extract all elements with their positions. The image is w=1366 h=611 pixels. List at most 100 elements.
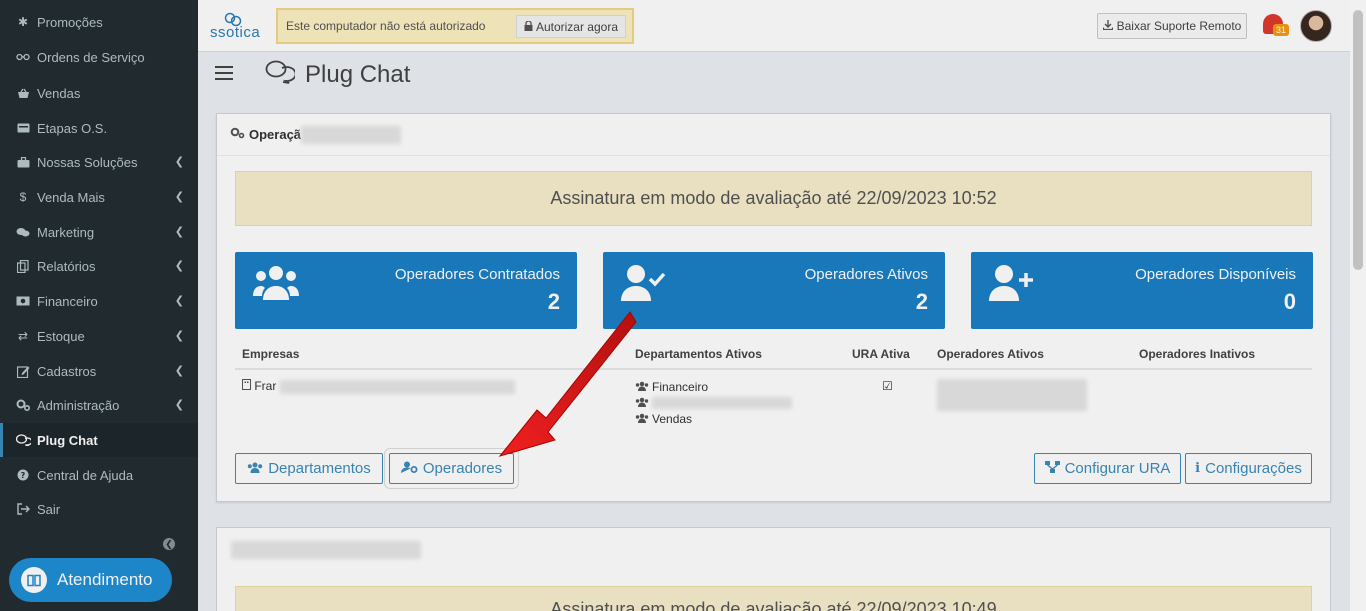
exchange-icon: ⇄: [17, 329, 29, 343]
departamentos-button[interactable]: Departamentos: [235, 453, 383, 484]
chevron-left-icon: ❮: [174, 226, 184, 238]
book-icon: [21, 567, 47, 593]
sidebar-item-central-ajuda[interactable]: ? Central de Ajuda: [0, 458, 198, 492]
department-item: Vendas: [635, 411, 838, 427]
redacted-text: [279, 379, 515, 394]
card-icon: [14, 123, 32, 133]
users-icon: [635, 397, 649, 410]
money-icon: [14, 296, 32, 306]
sitemap-icon: [1044, 461, 1060, 476]
sign-out-icon: [14, 503, 32, 515]
edit-icon: [14, 365, 32, 378]
redacted-text: [231, 541, 421, 559]
glasses-icon: [14, 53, 32, 61]
panel-heading: Operaçã: [217, 114, 1330, 156]
table-row: Frar Financeiro Vendas ☑: [235, 369, 1312, 436]
users-icon: [635, 381, 649, 394]
question-icon: ?: [14, 469, 32, 481]
user-avatar[interactable]: [1300, 10, 1332, 42]
trial-alert: Assinatura em modo de avaliação até 22/0…: [235, 171, 1312, 226]
users-icon: [253, 264, 299, 311]
authorize-now-button[interactable]: Autorizar agora: [515, 15, 626, 38]
user-cog-icon: [400, 461, 418, 476]
collapse-sidebar-button[interactable]: ❮: [163, 538, 175, 550]
briefcase-icon: [14, 156, 32, 168]
basket-icon: [14, 88, 32, 99]
departments-cell: Financeiro Vendas: [628, 369, 845, 436]
chevron-left-icon: ❮: [174, 191, 184, 203]
col-empresas: Empresas: [235, 340, 628, 370]
chevron-left-icon: ❮: [174, 295, 184, 307]
building-icon: [242, 379, 254, 393]
chevron-left-icon: ❮: [174, 365, 184, 377]
svg-text:?: ?: [21, 471, 26, 480]
col-departamentos: Departamentos Ativos: [628, 340, 845, 370]
page-title: Plug Chat: [265, 60, 410, 90]
scrollbar-thumb[interactable]: [1353, 10, 1363, 270]
page-scrollbar[interactable]: [1350, 0, 1366, 611]
asterisk-icon: ✱: [17, 15, 29, 29]
col-operadores-ativos: Operadores Ativos: [930, 340, 1132, 370]
col-operadores-inativos: Operadores Inativos: [1132, 340, 1312, 370]
chevron-left-icon: ❮: [174, 260, 184, 272]
sidebar-item-administracao[interactable]: Administração ❮: [0, 388, 198, 422]
notification-bell-icon[interactable]: 31: [1263, 12, 1290, 38]
sidebar-item-marketing[interactable]: Marketing ❮: [0, 215, 198, 249]
cogs-icon: [14, 399, 32, 411]
ssotica-logo[interactable]: ssotica: [210, 12, 268, 45]
chat-icon: [265, 60, 297, 90]
menu-toggle-icon[interactable]: [215, 64, 233, 82]
sidebar-item-etapas-os[interactable]: Etapas O.S.: [0, 111, 198, 145]
users-icon: [247, 461, 263, 476]
department-item: Financeiro: [635, 379, 838, 395]
col-ura: URA Ativa: [845, 340, 930, 370]
inactive-operators-cell: [1132, 369, 1312, 436]
sidebar-item-relatorios[interactable]: Relatórios ❮: [0, 249, 198, 283]
cogs-icon: [230, 127, 245, 142]
notification-badge: 31: [1273, 24, 1290, 36]
configurar-ura-button[interactable]: Configurar URA: [1034, 453, 1181, 484]
sidebar-item-sair[interactable]: Sair: [0, 492, 198, 526]
sidebar-item-vendas[interactable]: Vendas: [0, 76, 198, 110]
sidebar-item-estoque[interactable]: ⇄ Estoque ❮: [0, 319, 198, 353]
chevron-left-icon: ❮: [174, 156, 184, 168]
copy-icon: [14, 259, 32, 273]
redacted-text: [937, 379, 1087, 411]
sidebar-item-financeiro[interactable]: Financeiro ❮: [0, 284, 198, 318]
sidebar-item-venda-mais[interactable]: $ Venda Mais ❮: [0, 180, 198, 214]
sidebar-item-nossas-solucoes[interactable]: Nossas Soluções ❮: [0, 145, 198, 179]
top-navbar: ssotica Este computador não está autoriz…: [198, 0, 1366, 52]
atendimento-button[interactable]: Atendimento: [9, 558, 172, 602]
dollar-icon: $: [19, 190, 27, 204]
operadores-button[interactable]: Operadores: [389, 453, 514, 484]
user-check-icon: [621, 264, 667, 311]
sidebar-item-ordens-servico[interactable]: Ordens de Serviço: [0, 40, 198, 74]
sidebar-item-plug-chat[interactable]: Plug Chat: [0, 423, 198, 457]
info-icon: i: [1195, 461, 1201, 476]
redacted-text: [301, 125, 402, 144]
chevron-left-icon: ❮: [174, 330, 184, 342]
active-operators-cell: [930, 369, 1132, 436]
sidebar-item-promocoes[interactable]: ✱ Promoções: [0, 5, 198, 39]
sidebar-item-cadastros[interactable]: Cadastros ❮: [0, 354, 198, 388]
second-operation-panel: Assinatura em modo de avaliação até 22/0…: [216, 527, 1331, 611]
stat-operadores-disponiveis: Operadores Disponíveis 0: [971, 252, 1313, 329]
chevron-left-icon: ❮: [174, 399, 184, 411]
download-remote-support-button[interactable]: Baixar Suporte Remoto: [1097, 13, 1247, 39]
operation-panel: Operaçã Assinatura em modo de avaliação …: [216, 113, 1331, 502]
redacted-text: [652, 397, 792, 409]
configuracoes-button[interactable]: i Configurações: [1185, 453, 1312, 484]
users-icon: [635, 413, 649, 426]
department-item: [635, 395, 838, 411]
companies-table: Empresas Departamentos Ativos URA Ativa …: [235, 340, 1312, 436]
stat-operadores-contratados: Operadores Contratados 2: [235, 252, 577, 329]
authorization-warning: Este computador não está autorizado Auto…: [276, 8, 634, 44]
lock-icon: [524, 19, 533, 34]
download-icon: [1102, 19, 1113, 33]
user-plus-icon: [989, 264, 1035, 311]
sidebar: ✱ Promoções Ordens de Serviço Vendas Etap…: [0, 0, 198, 611]
check-square-icon: ☑: [882, 379, 893, 393]
chat-icon: [14, 434, 32, 446]
stat-operadores-ativos: Operadores Ativos 2: [603, 252, 945, 329]
company-cell: Frar: [235, 369, 628, 436]
